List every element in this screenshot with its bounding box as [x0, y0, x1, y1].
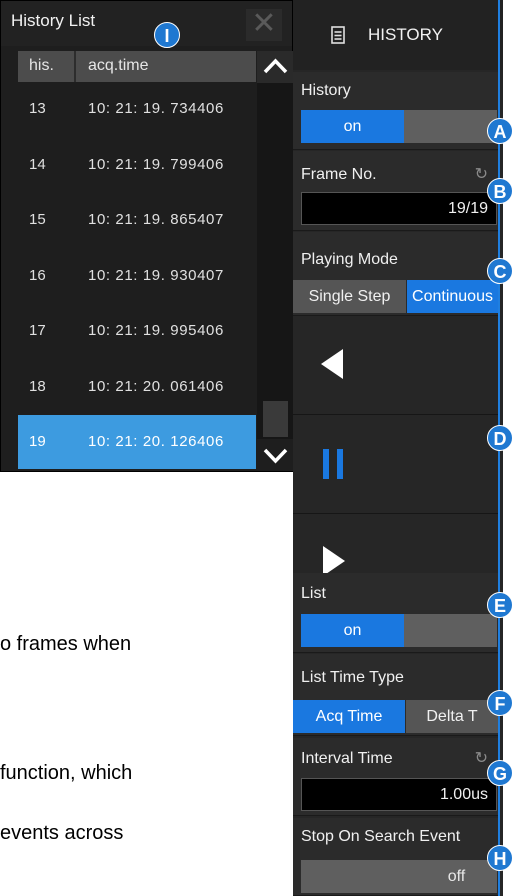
history-row-acq-time: 10: 21: 19. 995406 [88, 322, 224, 339]
menu-item-interval-time[interactable]: Interval Time ↻ 1.00us [293, 738, 498, 816]
column-header-his: his. [29, 57, 54, 74]
menu-item-frame-no[interactable]: Frame No. ↻ 19/19 [293, 151, 498, 231]
history-list-scrollbar[interactable] [257, 51, 294, 471]
history-menu-panel: HISTORY History on Frame No. ↻ 19/19 Pla… [293, 0, 503, 896]
play-backward-button[interactable] [293, 317, 498, 415]
history-on-option[interactable]: on [301, 110, 404, 143]
history-list-rows: 13 10: 21: 19. 734406 14 10: 21: 19. 799406… [18, 82, 256, 472]
column-header-acq-time: acq.time [88, 57, 149, 74]
column-divider [74, 51, 76, 82]
history-row[interactable]: 13 10: 21: 19. 734406 [18, 82, 256, 136]
frame-no-label: Frame No. [301, 166, 377, 183]
menu-title-bar: HISTORY [293, 0, 503, 70]
pause-button[interactable] [293, 416, 498, 514]
history-row-index: 13 [29, 100, 46, 117]
close-icon[interactable]: ✕ [246, 9, 282, 41]
list-time-type-label: List Time Type [301, 669, 404, 686]
stop-on-search-event-toggle[interactable]: off [301, 860, 497, 893]
history-row-index: 14 [29, 155, 46, 173]
callout-badge-g: G [487, 760, 513, 786]
menu-item-playing-mode[interactable]: Playing Mode Single Step Continuous [293, 232, 498, 316]
single-step-option[interactable]: Single Step [293, 280, 406, 313]
history-row-acq-time: 10: 21: 19. 930407 [88, 266, 224, 284]
menu-item-history[interactable]: History on [293, 72, 498, 150]
history-row-index: 17 [29, 322, 46, 339]
doc-text-line-3: events across [0, 822, 124, 844]
callout-badge-d: D [487, 425, 513, 451]
knob-adjust-icon: ↻ [474, 166, 488, 183]
list-document-icon [331, 26, 345, 44]
play-backward-icon [321, 349, 343, 379]
history-row[interactable]: 17 10: 21: 19. 995406 [18, 304, 256, 358]
pause-icon [323, 449, 343, 479]
delta-t-option[interactable]: Delta T [406, 700, 498, 733]
scrollbar-thumb[interactable] [263, 401, 288, 437]
frame-no-value[interactable]: 19/19 [301, 192, 497, 225]
list-toggle[interactable]: on [301, 614, 497, 647]
stop-on-search-event-label: Stop On Search Event [301, 828, 461, 845]
callout-badge-i: I [154, 22, 180, 48]
callout-badge-b: B [487, 178, 513, 204]
history-row[interactable]: 19 10: 21: 20. 126406 [18, 415, 256, 469]
history-list-titlebar[interactable]: History List ✕ [1, 1, 292, 46]
menu-item-stop-on-search-event[interactable]: Stop On Search Event off [293, 818, 498, 896]
callout-badge-c: C [487, 258, 513, 284]
history-row-acq-time: 10: 21: 19. 734406 [88, 100, 224, 117]
list-on-option[interactable]: on [301, 614, 404, 647]
interval-time-label: Interval Time [301, 750, 393, 767]
callout-badge-a: A [487, 118, 513, 144]
knob-adjust-icon: ↻ [474, 750, 488, 767]
history-list-header: his. acq.time [18, 51, 256, 82]
history-row-index: 18 [29, 377, 46, 395]
continuous-option[interactable]: Continuous [407, 280, 498, 313]
doc-text-line-1: o frames when [0, 633, 132, 655]
menu-item-list[interactable]: List on [293, 573, 498, 653]
history-row-acq-time: 10: 21: 19. 799406 [88, 155, 224, 173]
stop-on-search-event-off-option[interactable]: off [416, 860, 497, 893]
menu-title: HISTORY [368, 25, 443, 44]
history-row-index: 19 [29, 433, 46, 450]
callout-badge-h: H [487, 845, 513, 871]
history-row-index: 16 [29, 266, 46, 284]
history-row-acq-time: 10: 21: 20. 061406 [88, 377, 224, 395]
history-row-acq-time: 10: 21: 19. 865407 [88, 211, 224, 228]
history-row[interactable]: 15 10: 21: 19. 865407 [18, 193, 256, 247]
chevron-down-icon [263, 448, 288, 464]
play-forward-icon [323, 546, 345, 576]
playing-mode-label: Playing Mode [301, 251, 398, 268]
history-list-title: History List [11, 11, 96, 30]
callout-badge-e: E [487, 592, 513, 618]
interval-time-value[interactable]: 1.00us [301, 778, 497, 811]
history-row-acq-time: 10: 21: 20. 126406 [88, 433, 224, 450]
menu-item-list-time-type[interactable]: List Time Type Acq Time Delta T [293, 654, 498, 736]
history-toggle[interactable]: on [301, 110, 497, 143]
doc-text-line-2: function, which [0, 762, 133, 784]
history-list-window: History List ✕ his. acq.time 13 10: 21: 1… [0, 0, 294, 472]
history-row[interactable]: 18 10: 21: 20. 061406 [18, 360, 256, 414]
chevron-up-icon [263, 58, 288, 74]
list-label: List [301, 585, 326, 602]
callout-badge-f: F [487, 690, 513, 716]
history-label: History [301, 82, 351, 99]
history-row[interactable]: 16 10: 21: 19. 930407 [18, 249, 256, 303]
scroll-up-button[interactable] [257, 51, 294, 83]
acq-time-option[interactable]: Acq Time [293, 700, 405, 733]
history-row-index: 15 [29, 211, 46, 228]
scroll-down-button[interactable] [257, 439, 294, 471]
history-row[interactable]: 14 10: 21: 19. 799406 [18, 138, 256, 192]
